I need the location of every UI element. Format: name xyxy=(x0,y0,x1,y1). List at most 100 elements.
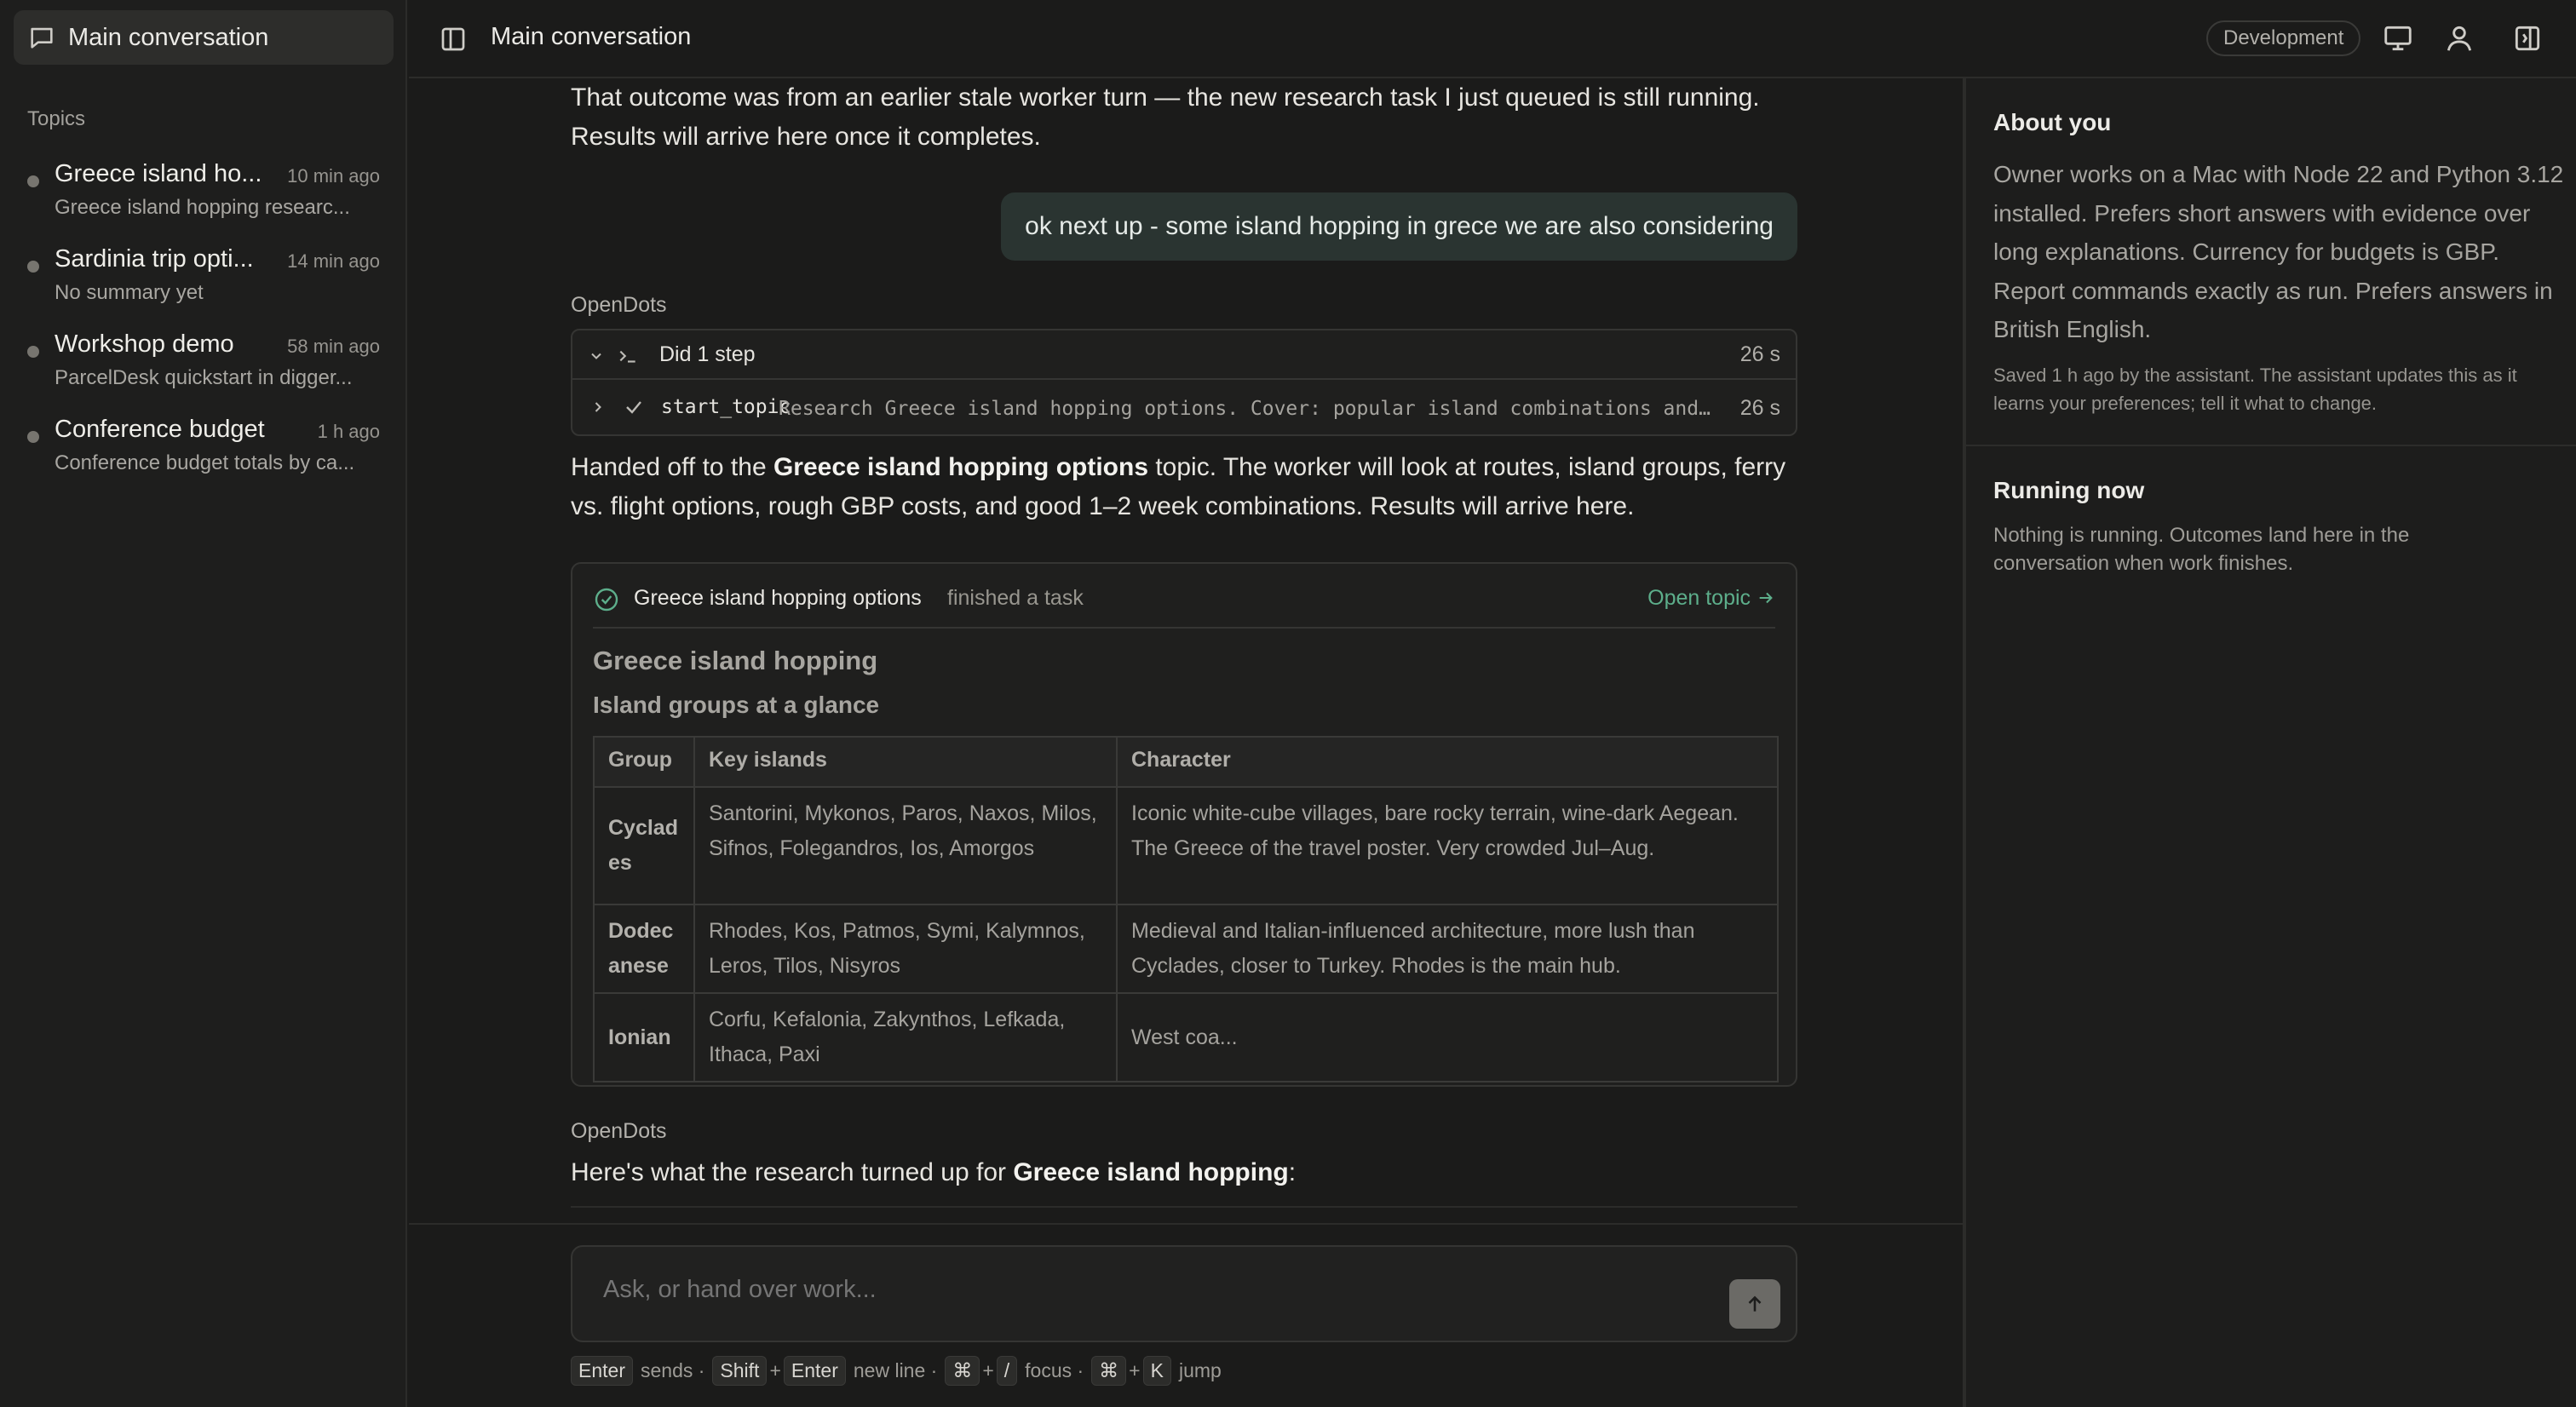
topic-title: Conference budget xyxy=(55,416,265,443)
message-bold-text: Greece island hopping xyxy=(1013,1158,1289,1186)
topic-title: Workshop demo xyxy=(55,330,234,358)
panel-right-icon[interactable] xyxy=(2511,22,2544,55)
chevron-right-icon xyxy=(595,402,601,412)
kbd-shift: Shift xyxy=(712,1356,768,1386)
topic-item-sardinia[interactable]: Sardinia trip opti... 14 min ago No summ… xyxy=(27,245,380,320)
hint-text: jump xyxy=(1178,1359,1222,1381)
result-heading: Greece island hopping xyxy=(593,646,878,675)
assistant-message: Handed off to the Greece island hopping … xyxy=(571,448,1797,526)
chevron-down-icon xyxy=(591,353,601,359)
hint-plus: + xyxy=(982,1359,994,1381)
table-cell: Iconic white-cube villages, bare rocky t… xyxy=(1116,786,1779,905)
hint-text: new line · xyxy=(853,1359,938,1381)
result-status-text: finished a task xyxy=(947,586,1084,610)
table-cell: Ionian xyxy=(593,992,695,1083)
topic-time: 14 min ago xyxy=(287,250,380,272)
about-you-body: Owner works on a Mac with Node 22 and Py… xyxy=(1993,161,2564,342)
running-now-title: Running now xyxy=(1993,477,2145,503)
environment-badge: Development xyxy=(2206,20,2361,56)
steps-summary-label: Did 1 step xyxy=(659,342,756,366)
topic-time: 58 min ago xyxy=(287,336,380,357)
main-conversation-button[interactable]: Main conversation xyxy=(14,10,394,65)
hint-text: focus · xyxy=(1025,1359,1084,1381)
topic-item-greece[interactable]: Greece island ho... 10 min ago Greece is… xyxy=(27,160,380,235)
topic-item-workshop[interactable]: Workshop demo 58 min ago ParcelDesk quic… xyxy=(27,330,380,405)
topic-title: Greece island ho... xyxy=(55,160,262,187)
table-row: Cyclades Santorini, Mykonos, Paros, Naxo… xyxy=(593,786,1779,905)
result-subheading: Island groups at a glance xyxy=(593,692,880,718)
topics-heading: Topics xyxy=(27,107,86,130)
topic-time: 1 h ago xyxy=(317,421,380,442)
assistant-message: That outcome was from an earlier stale w… xyxy=(571,83,1760,151)
topic-summary: Conference budget totals by ca... xyxy=(55,451,355,474)
terminal-prompt-icon xyxy=(619,350,635,363)
user-icon[interactable] xyxy=(2443,22,2475,55)
kbd-cmd: ⌘ xyxy=(945,1356,980,1386)
table-cell: Cyclades xyxy=(593,786,695,905)
topic-summary: No summary yet xyxy=(55,281,204,304)
kbd-slash: / xyxy=(996,1356,1018,1386)
table-row: Dodecanese Rhodes, Kos, Patmos, Symi, Ka… xyxy=(593,904,1779,994)
hint-plus: + xyxy=(1129,1359,1141,1381)
kbd-enter: Enter xyxy=(783,1356,846,1386)
table-row: Ionian Corfu, Kefalonia, Zakynthos, Lefk… xyxy=(593,992,1779,1083)
table-cell: Medieval and Italian-influenced architec… xyxy=(1116,904,1779,994)
monitor-icon[interactable] xyxy=(2382,22,2414,55)
assistant-message: Here's what the research turned up for G… xyxy=(571,1153,1797,1192)
message-text: Handed off to the xyxy=(571,453,773,481)
sidebar: Main conversation Topics Greece island h… xyxy=(0,0,407,1407)
topic-summary: ParcelDesk quickstart in digger... xyxy=(55,366,353,389)
message-input[interactable] xyxy=(603,1276,1693,1304)
result-card-header: Greece island hopping options finished a… xyxy=(593,581,1775,629)
message-text: : xyxy=(1288,1158,1297,1186)
hint-text: sends · xyxy=(640,1359,705,1381)
keyboard-hints: Enter sends · Shift + Enter new line · ⌘… xyxy=(571,1356,1227,1386)
running-now-body: Nothing is running. Outcomes land here i… xyxy=(1993,524,2410,575)
table-header: Character xyxy=(1116,736,1779,788)
table-cell: Dodecanese xyxy=(593,904,695,994)
task-result-card: Greece island hopping options finished a… xyxy=(571,562,1797,1087)
message-text: Here's what the research turned up for xyxy=(571,1158,1014,1186)
sidebar-toggle-icon[interactable] xyxy=(438,24,469,55)
conversation-thread[interactable]: That outcome was from an earlier stale w… xyxy=(409,78,1963,1223)
topic-summary: Greece island hopping researc... xyxy=(55,196,350,219)
topic-title: Sardinia trip opti... xyxy=(55,245,254,273)
topic-item-conference[interactable]: Conference budget 1 h ago Conference bud… xyxy=(27,416,380,491)
step-description: Research Greece island hopping options. … xyxy=(779,398,1716,420)
topic-status-dot xyxy=(27,175,39,187)
kbd-k: K xyxy=(1142,1356,1171,1386)
step-time: 26 s xyxy=(1739,396,1780,420)
check-circle-icon xyxy=(595,588,618,612)
table-header: Key islands xyxy=(693,736,1118,788)
table-header-row: Group Key islands Character xyxy=(593,736,1779,788)
result-topic-name: Greece island hopping options xyxy=(634,586,922,610)
open-topic-label: Open topic xyxy=(1647,586,1751,610)
kbd-cmd: ⌘ xyxy=(1091,1356,1127,1386)
table-cell: Santorini, Mykonos, Paros, Naxos, Milos,… xyxy=(693,786,1118,905)
arrow-right-icon xyxy=(1759,592,1773,604)
open-topic-link[interactable]: Open topic xyxy=(1647,586,1775,611)
header-bar: Main conversation Development xyxy=(409,0,2576,78)
kbd-enter: Enter xyxy=(571,1356,633,1386)
steps-summary-row[interactable]: Did 1 step 26 s xyxy=(572,330,1796,380)
topic-status-dot xyxy=(27,346,39,358)
check-icon xyxy=(626,401,641,414)
chat-bubble-icon xyxy=(31,27,53,49)
message-bold-text: Greece island hopping options xyxy=(773,453,1149,481)
step-row[interactable]: start_topic Research Greece island hoppi… xyxy=(572,380,1796,434)
steps-panel: Did 1 step 26 s start_topic Research Gre… xyxy=(571,329,1797,436)
send-button[interactable] xyxy=(1729,1279,1780,1329)
composer-area: Enter sends · Shift + Enter new line · ⌘… xyxy=(409,1223,1963,1407)
right-panel: About you Owner works on a Mac with Node… xyxy=(1963,78,2576,1407)
divider xyxy=(1966,445,2576,446)
table-cell: Rhodes, Kos, Patmos, Symi, Kalymnos, Ler… xyxy=(693,904,1118,994)
topic-status-dot xyxy=(27,431,39,443)
island-groups-table: Group Key islands Character Cyclades San… xyxy=(593,736,1779,1083)
about-you-title: About you xyxy=(1993,109,2112,135)
composer-box[interactable] xyxy=(571,1245,1797,1342)
user-message-bubble: ok next up - some island hopping in grec… xyxy=(1001,192,1797,261)
hint-plus: + xyxy=(769,1359,781,1381)
sender-label: OpenDots xyxy=(571,293,667,317)
page-title: Main conversation xyxy=(491,23,692,50)
about-you-note: Saved 1 h ago by the assistant. The assi… xyxy=(1993,365,2517,414)
